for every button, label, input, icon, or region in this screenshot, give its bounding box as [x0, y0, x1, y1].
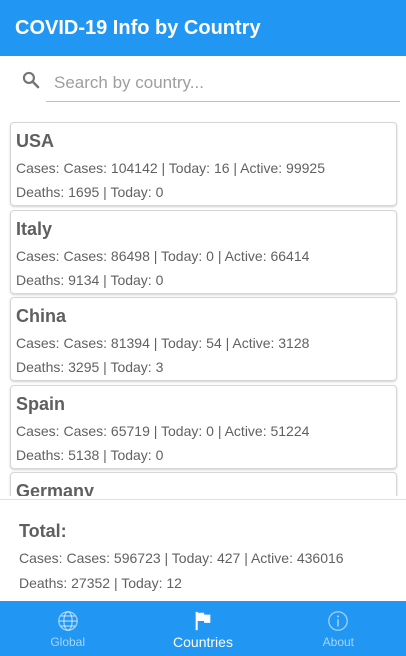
- country-name: Germany: [16, 481, 95, 496]
- country-deaths: Deaths: 3295 | Today: 3: [16, 359, 164, 375]
- country-cases: Cases: Cases: 86498 | Today: 0 | Active:…: [16, 248, 310, 264]
- total-summary: Total: Cases: Cases: 596723 | Today: 427…: [0, 500, 406, 601]
- country-card-spain[interactable]: Spain Cases: Cases: 65719 | Today: 0 | A…: [10, 385, 397, 469]
- globe-icon: [57, 611, 78, 631]
- total-deaths: Deaths: 27352 | Today: 12: [19, 575, 182, 591]
- nav-about[interactable]: About: [271, 601, 406, 656]
- total-cases: Cases: Cases: 596723 | Today: 427 | Acti…: [19, 550, 344, 566]
- nav-global[interactable]: Global: [0, 601, 135, 656]
- search-bar: [0, 56, 406, 104]
- country-card-usa[interactable]: USA Cases: Cases: 104142 | Today: 16 | A…: [10, 122, 397, 206]
- nav-global-label: Global: [50, 635, 85, 649]
- app-bar: COVID-19 Info by Country: [0, 0, 406, 56]
- country-deaths: Deaths: 5138 | Today: 0: [16, 447, 164, 463]
- country-name: USA: [16, 131, 55, 151]
- country-name: China: [16, 306, 67, 326]
- bottom-nav: Global Countries About: [0, 601, 406, 656]
- country-cases: Cases: Cases: 65719 | Today: 0 | Active:…: [16, 423, 310, 439]
- total-title: Total:: [19, 521, 67, 541]
- country-card-germany[interactable]: Germany: [10, 472, 397, 496]
- country-name: Italy: [16, 219, 53, 239]
- country-deaths: Deaths: 9134 | Today: 0: [16, 272, 164, 288]
- search-icon: [22, 71, 40, 89]
- country-cases: Cases: Cases: 104142 | Today: 16 | Activ…: [16, 160, 325, 176]
- country-name: Spain: [16, 394, 66, 414]
- flag-icon: [195, 611, 211, 631]
- country-list[interactable]: USA Cases: Cases: 104142 | Today: 16 | A…: [0, 119, 406, 496]
- app-title: COVID-19 Info by Country: [15, 16, 261, 39]
- info-icon: [328, 611, 349, 631]
- search-input[interactable]: [46, 64, 400, 102]
- nav-about-label: About: [322, 635, 354, 649]
- nav-countries-label: Countries: [173, 634, 233, 650]
- country-card-italy[interactable]: Italy Cases: Cases: 86498 | Today: 0 | A…: [10, 210, 397, 294]
- country-cases: Cases: Cases: 81394 | Today: 54 | Active…: [16, 335, 310, 351]
- country-deaths: Deaths: 1695 | Today: 0: [16, 184, 164, 200]
- nav-countries[interactable]: Countries: [135, 601, 270, 656]
- country-card-china[interactable]: China Cases: Cases: 81394 | Today: 54 | …: [10, 297, 397, 381]
